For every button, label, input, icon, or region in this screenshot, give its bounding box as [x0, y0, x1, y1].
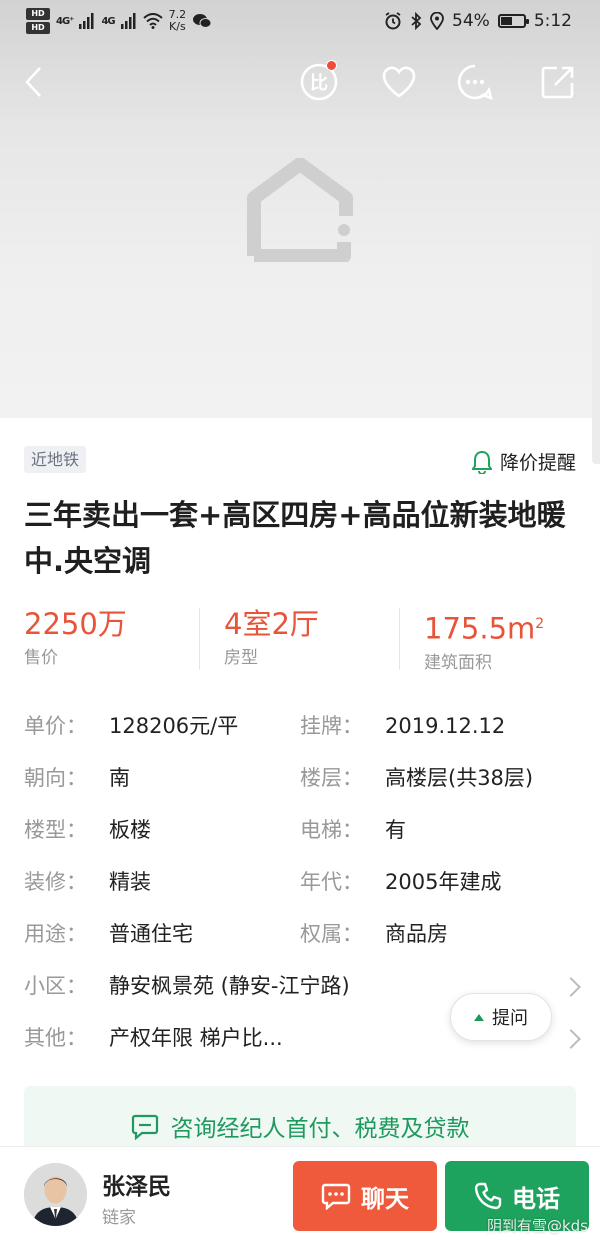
detail-key: 挂牌： — [300, 714, 363, 738]
chat-bubble-icon — [457, 64, 493, 101]
hd-indicators: HD HD — [26, 8, 50, 34]
ask-question-label: 提问 — [492, 1008, 528, 1029]
detail-key: 电梯： — [300, 818, 363, 842]
message-button[interactable] — [449, 56, 501, 108]
area-unit-exponent: 2 — [535, 616, 545, 632]
detail-value: 2005年建成 — [385, 870, 502, 894]
bottom-action-bar: 张泽民 链家 聊天 电话 阴到有雪@kds — [0, 1146, 600, 1244]
wechat-icon — [193, 14, 212, 28]
detail-value: 商品房 — [385, 922, 448, 946]
detail-key: 装修： — [24, 870, 87, 894]
detail-key: 朝向： — [24, 766, 87, 790]
listing-title: 三年卖出一套+高区四房+高品位新装地暖中.央空调 — [24, 498, 566, 578]
detail-value: 有 — [385, 818, 406, 842]
stat-layout: 4室2厅 房型 — [224, 604, 319, 674]
chat-button[interactable]: 聊天 — [293, 1161, 437, 1231]
phone-icon — [474, 1182, 502, 1210]
notification-dot — [326, 60, 337, 71]
price-alert-button[interactable]: 降价提醒 — [471, 448, 576, 475]
detail-key: 小区： — [24, 974, 87, 998]
bell-icon — [471, 450, 492, 474]
detail-value: 精装 — [109, 870, 151, 894]
signal-bars-icon — [120, 13, 136, 29]
back-arrow-icon — [25, 67, 41, 97]
detail-value: 普通住宅 — [109, 922, 193, 946]
detail-key: 用途： — [24, 922, 87, 946]
svg-text:比: 比 — [310, 73, 328, 94]
detail-value: 2019.12.12 — [385, 714, 506, 738]
layout-value: 4室2厅 — [224, 607, 319, 641]
battery-icon — [497, 14, 529, 28]
detail-key: 楼层： — [300, 766, 363, 790]
wifi-icon — [142, 13, 163, 29]
heart-icon — [382, 66, 416, 98]
price-label: 售价 — [24, 648, 58, 668]
location-icon — [430, 12, 444, 30]
detail-key: 楼型： — [24, 818, 87, 842]
stat-price: 2250万 售价 — [24, 604, 127, 674]
ask-question-button[interactable]: 提问 — [450, 993, 552, 1041]
call-label: 电话 — [512, 1184, 560, 1213]
stat-divider — [199, 608, 200, 670]
status-bar-left: HD HD 4G⁺ 4G 7.2 K/s — [26, 8, 212, 34]
detail-value: 南 — [109, 766, 130, 790]
detail-key: 年代： — [300, 870, 363, 894]
caret-up-icon — [474, 1013, 484, 1021]
price-value: 2250万 — [24, 607, 127, 641]
signal-4g-icon: 4G — [101, 15, 115, 27]
watermark: 阴到有雪@kds — [486, 1217, 588, 1235]
layout-label: 房型 — [224, 648, 258, 668]
price-alert-label: 降价提醒 — [499, 452, 576, 474]
house-placeholder-icon — [247, 158, 353, 262]
detail-value: 静安枫景苑 (静安-江宁路) — [109, 974, 350, 998]
signal-4g-plus-icon: 4G⁺ — [56, 15, 74, 27]
share-icon — [541, 66, 574, 99]
network-speed: 7.2 K/s — [169, 9, 187, 33]
clock: 5:12 — [533, 11, 572, 31]
back-button[interactable] — [8, 56, 60, 108]
agent-photo — [24, 1163, 87, 1226]
detail-key: 单价： — [24, 714, 87, 738]
key-stats: 2250万 售价 4室2厅 房型 175.5m2 建筑面积 — [0, 604, 600, 674]
consult-label: 咨询经纪人首付、税费及贷款 — [170, 1116, 470, 1142]
agent-company: 链家 — [102, 1208, 136, 1228]
message-square-icon — [131, 1114, 158, 1140]
status-bar-right: 54% 5:12 — [384, 11, 572, 31]
area-value: 175.5m2 — [424, 604, 544, 649]
alarm-icon — [385, 12, 401, 30]
hd-icon: HD — [26, 22, 50, 34]
battery-percent: 54% — [452, 11, 490, 31]
detail-key: 其他： — [24, 1026, 87, 1050]
stat-area: 175.5m2 建筑面积 — [424, 604, 544, 674]
share-button[interactable] — [532, 56, 584, 108]
area-number: 175.5m — [424, 611, 536, 646]
signal-bars-icon — [79, 13, 94, 29]
hd-icon: HD — [26, 8, 50, 20]
near-subway-tag: 近地铁 — [24, 446, 87, 473]
chat-label: 聊天 — [361, 1184, 409, 1213]
detail-value: 板楼 — [109, 818, 151, 842]
compare-button[interactable]: 比 — [293, 56, 345, 108]
battery-level — [500, 17, 512, 25]
agent-avatar[interactable] — [24, 1163, 87, 1226]
chat-icon — [321, 1183, 351, 1210]
detail-key: 权属： — [300, 922, 363, 946]
detail-value: 高楼层(共38层) — [385, 766, 534, 790]
agent-name: 张泽民 — [102, 1174, 171, 1200]
listing-photo-area[interactable]: HD HD 4G⁺ 4G 7.2 K/s 54% 5:12 比 — [0, 0, 600, 418]
speed-unit: K/s — [169, 20, 186, 33]
detail-value: 128206元/平 — [109, 714, 239, 738]
scroll-indicator[interactable] — [592, 232, 600, 464]
area-label: 建筑面积 — [424, 652, 492, 673]
favorite-button[interactable] — [373, 56, 425, 108]
status-bar: HD HD 4G⁺ 4G 7.2 K/s 54% 5:12 — [0, 0, 600, 44]
stat-divider — [399, 608, 400, 670]
bluetooth-icon — [411, 12, 422, 30]
detail-value: 产权年限 梯户比... — [109, 1026, 283, 1050]
